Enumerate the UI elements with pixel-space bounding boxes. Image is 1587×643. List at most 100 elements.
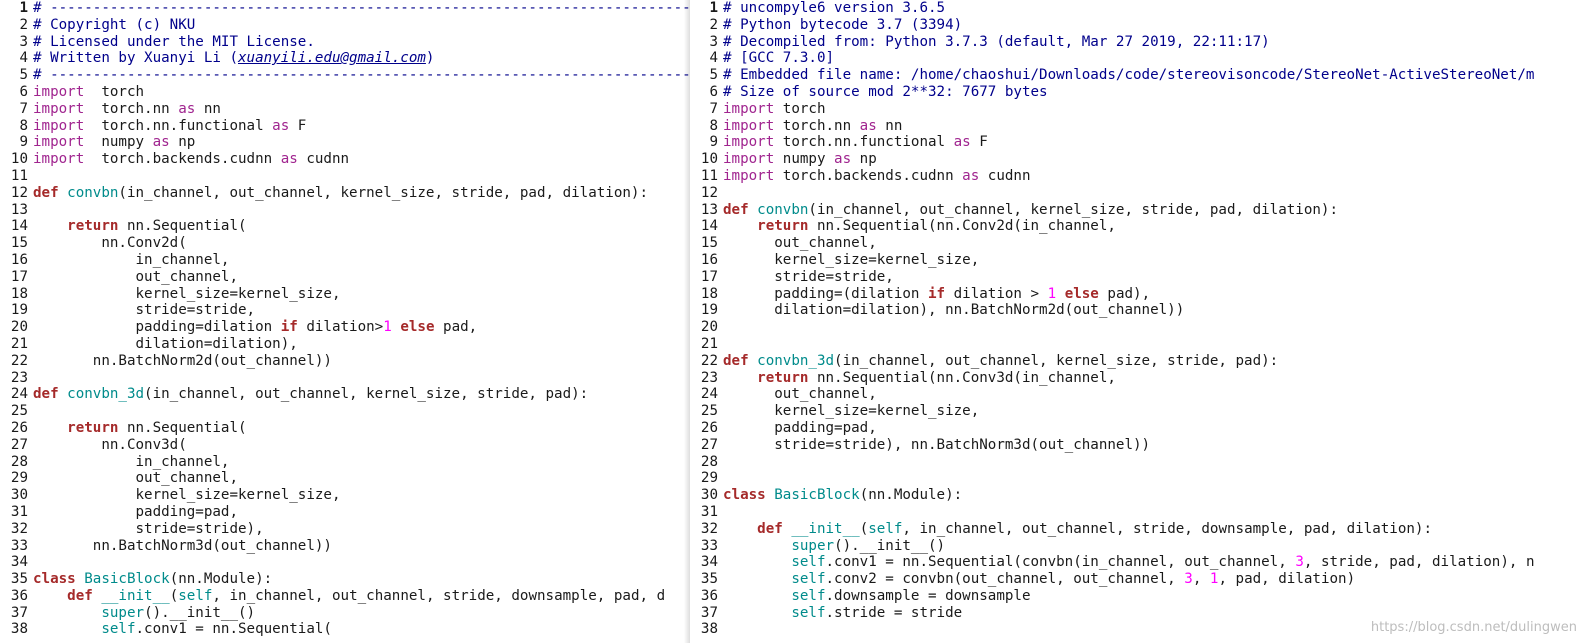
left-code-line[interactable]: 28 in_channel,: [0, 454, 690, 471]
code-token: convbn_3d: [757, 352, 835, 369]
right-code-line[interactable]: 22 def convbn_3d(in_channel, out_channel,…: [690, 353, 1587, 370]
right-code-line[interactable]: 17 stride=stride,: [690, 269, 1587, 286]
right-code-line[interactable]: 12: [690, 185, 1587, 202]
right-code-line[interactable]: 23 return nn.Sequential(nn.Conv3d(in_cha…: [690, 370, 1587, 387]
code-token: else: [400, 319, 435, 336]
left-code-line[interactable]: 15 nn.Conv2d(: [0, 235, 690, 252]
right-code-line[interactable]: 7 import torch: [690, 101, 1587, 118]
left-code-view[interactable]: 1 # -------------------------------------…: [0, 0, 690, 638]
line-source: import torch: [33, 84, 144, 101]
right-code-line[interactable]: 11 import torch.backends.cudnn as cudnn: [690, 168, 1587, 185]
right-code-line[interactable]: 10 import numpy as np: [690, 151, 1587, 168]
left-code-line[interactable]: 30 kernel_size=kernel_size,: [0, 487, 690, 504]
line-number: 4: [19, 50, 28, 67]
right-editor-pane[interactable]: 1 # uncompyle6 version 3.6.5 2 # Python byt…: [690, 0, 1587, 643]
right-code-line[interactable]: 27 stride=stride), nn.BatchNorm3d(out_ch…: [690, 437, 1587, 454]
left-code-line[interactable]: 34: [0, 554, 690, 571]
right-code-line[interactable]: 25 kernel_size=kernel_size,: [690, 403, 1587, 420]
email-link[interactable]: xuanyili.edu@gmail.com: [238, 50, 426, 66]
left-code-line[interactable]: 5 # -------------------------------------…: [0, 67, 690, 84]
right-code-line[interactable]: 3 # Decompiled from: Python 3.7.3 (defaul…: [690, 34, 1587, 51]
left-code-line[interactable]: 10 import torch.backends.cudnn as cudnn: [0, 151, 690, 168]
left-code-line[interactable]: 3 # Licensed under the MIT License.: [0, 34, 690, 51]
right-code-line[interactable]: 6 # Size of source mod 2**32: 7677 bytes: [690, 84, 1587, 101]
left-code-line[interactable]: 12 def convbn(in_channel, out_channel, ke…: [0, 185, 690, 202]
code-token: padding=pad,: [33, 503, 238, 520]
left-code-line[interactable]: 7 import torch.nn as nn: [0, 101, 690, 118]
right-code-line[interactable]: 16 kernel_size=kernel_size,: [690, 252, 1587, 269]
left-code-line[interactable]: 35 class BasicBlock(nn.Module):: [0, 571, 690, 588]
left-code-line[interactable]: 31 padding=pad,: [0, 504, 690, 521]
left-code-line[interactable]: 16 in_channel,: [0, 252, 690, 269]
right-code-line[interactable]: 29: [690, 470, 1587, 487]
right-code-line[interactable]: 2 # Python bytecode 3.7 (3394): [690, 17, 1587, 34]
right-code-line[interactable]: 33 super().__init__(): [690, 538, 1587, 555]
right-code-line[interactable]: 20: [690, 319, 1587, 336]
right-code-line[interactable]: 1 # uncompyle6 version 3.6.5: [690, 0, 1587, 17]
right-code-line[interactable]: 4 # [GCC 7.3.0]: [690, 50, 1587, 67]
left-code-line[interactable]: 18 kernel_size=kernel_size,: [0, 286, 690, 303]
right-code-line[interactable]: 24 out_channel,: [690, 386, 1587, 403]
right-code-line[interactable]: 8 import torch.nn as nn: [690, 118, 1587, 135]
left-code-line[interactable]: 1 # -------------------------------------…: [0, 0, 690, 17]
line-source: nn.BatchNorm2d(out_channel)): [33, 353, 332, 370]
right-code-line[interactable]: 13 def convbn(in_channel, out_channel, ke…: [690, 202, 1587, 219]
right-code-line[interactable]: 26 padding=pad,: [690, 420, 1587, 437]
right-code-line[interactable]: 37 self.stride = stride: [690, 605, 1587, 622]
left-code-line[interactable]: 33 nn.BatchNorm3d(out_channel)): [0, 538, 690, 555]
left-code-line[interactable]: 17 out_channel,: [0, 269, 690, 286]
left-code-line[interactable]: 38 self.conv1 = nn.Sequential(: [0, 621, 690, 638]
code-token: else: [1064, 285, 1099, 302]
right-code-line[interactable]: 15 out_channel,: [690, 235, 1587, 252]
code-token: # Embedded file name: /home/chaoshui/Dow…: [723, 67, 1535, 84]
left-code-line[interactable]: 37 super().__init__(): [0, 605, 690, 622]
code-token: (: [169, 587, 179, 604]
left-code-line[interactable]: 36 def __init__(self, in_channel, out_ch…: [0, 588, 690, 605]
left-code-line[interactable]: 32 stride=stride),: [0, 521, 690, 538]
right-code-line[interactable]: 31: [690, 504, 1587, 521]
right-code-line[interactable]: 32 def __init__(self, in_channel, out_ch…: [690, 521, 1587, 538]
line-number: 9: [709, 134, 718, 151]
line-source: super().__init__(): [723, 538, 945, 555]
right-code-line[interactable]: 28: [690, 454, 1587, 471]
code-token: self: [178, 587, 213, 604]
left-code-line[interactable]: 2 # Copyright (c) NKU: [0, 17, 690, 34]
left-code-line[interactable]: 23: [0, 370, 690, 387]
left-code-line[interactable]: 21 dilation=dilation),: [0, 336, 690, 353]
line-number: 2: [709, 16, 718, 33]
left-code-line[interactable]: 29 out_channel,: [0, 470, 690, 487]
left-code-line[interactable]: 24 def convbn_3d(in_channel, out_channel,…: [0, 386, 690, 403]
right-code-view[interactable]: 1 # uncompyle6 version 3.6.5 2 # Python byt…: [690, 0, 1587, 638]
right-code-line[interactable]: 21: [690, 336, 1587, 353]
right-code-line[interactable]: 34 self.conv1 = nn.Sequential(convbn(in_…: [690, 554, 1587, 571]
left-code-line[interactable]: 8 import torch.nn.functional as F: [0, 118, 690, 135]
left-code-line[interactable]: 22 nn.BatchNorm2d(out_channel)): [0, 353, 690, 370]
right-code-line[interactable]: 9 import torch.nn.functional as F: [690, 134, 1587, 151]
left-code-line[interactable]: 26 return nn.Sequential(: [0, 420, 690, 437]
right-code-line[interactable]: 35 self.conv2 = convbn(out_channel, out_…: [690, 571, 1587, 588]
left-code-line[interactable]: 9 import numpy as np: [0, 134, 690, 151]
right-code-line[interactable]: 14 return nn.Sequential(nn.Conv2d(in_cha…: [690, 218, 1587, 235]
line-number: 30: [10, 487, 28, 504]
left-code-line[interactable]: 14 return nn.Sequential(: [0, 218, 690, 235]
code-token: torch.nn.functional: [774, 134, 954, 151]
right-code-line[interactable]: 36 self.downsample = downsample: [690, 588, 1587, 605]
left-code-line[interactable]: 27 nn.Conv3d(: [0, 437, 690, 454]
left-code-line[interactable]: 20 padding=dilation if dilation>1 else p…: [0, 319, 690, 336]
left-code-line[interactable]: 19 stride=stride,: [0, 302, 690, 319]
left-code-line[interactable]: 4 # Written by Xuanyi Li (xuanyili.edu@gm…: [0, 50, 690, 67]
right-code-line[interactable]: 30 class BasicBlock(nn.Module):: [690, 487, 1587, 504]
left-editor-pane[interactable]: 1 # -------------------------------------…: [0, 0, 690, 643]
left-code-line[interactable]: 6 import torch: [0, 84, 690, 101]
left-code-line[interactable]: 25: [0, 403, 690, 420]
line-number: 18: [700, 285, 718, 302]
right-code-line[interactable]: 5 # Embedded file name: /home/chaoshui/Do…: [690, 67, 1587, 84]
left-code-line[interactable]: 13: [0, 202, 690, 219]
line-source: in_channel,: [33, 454, 229, 471]
line-source: # Licensed under the MIT License.: [33, 34, 315, 51]
left-code-line[interactable]: 11: [0, 168, 690, 185]
right-code-line[interactable]: 19 dilation=dilation), nn.BatchNorm2d(ou…: [690, 302, 1587, 319]
code-token: return: [67, 419, 119, 436]
right-code-line[interactable]: 18 padding=(dilation if dilation > 1 els…: [690, 286, 1587, 303]
